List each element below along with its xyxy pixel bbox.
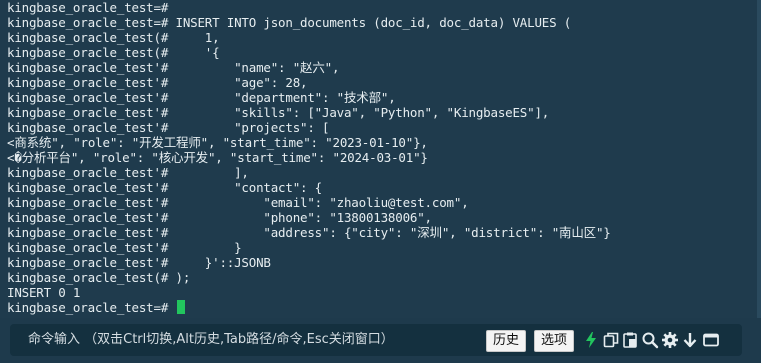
options-button[interactable]: 选项 — [534, 330, 575, 352]
paste-icon[interactable] — [621, 331, 639, 349]
terminal-line: kingbase_oracle_test'# "projects": [ — [7, 120, 330, 135]
terminal-line: kingbase_oracle_test'# ], — [7, 165, 249, 180]
command-bar: 命令输入 （双击Ctrl切换,Alt历史,Tab路径/命令,Esc关闭窗口） 历… — [0, 318, 761, 363]
terminal-line: kingbase_oracle_test=# — [7, 0, 169, 15]
terminal-scrollbar[interactable] — [757, 0, 761, 318]
gear-icon[interactable] — [661, 331, 679, 349]
terminal-line: kingbase_oracle_test'# "address": {"city… — [7, 225, 611, 240]
terminal-cursor — [176, 300, 185, 314]
terminal-line: kingbase_oracle_test'# "name": "赵六", — [7, 60, 340, 75]
terminal-prompt: kingbase_oracle_test=# — [7, 300, 176, 315]
terminal-line: <�分析平台", "role": "核心开发", "start_time": "… — [7, 150, 428, 165]
copy-icon[interactable] — [602, 331, 620, 349]
search-icon[interactable] — [641, 331, 659, 349]
history-button[interactable]: 历史 — [486, 330, 527, 352]
terminal-line: kingbase_oracle_test'# "age": 28, — [7, 75, 308, 90]
terminal-line: kingbase_oracle_test'# "department": "技术… — [7, 90, 396, 105]
terminal-line: kingbase_oracle_test(# 1, — [7, 30, 220, 45]
terminal-line: kingbase_oracle_test'# } — [7, 240, 242, 255]
terminal-line: INSERT 0 1 — [7, 285, 81, 300]
terminal-output[interactable]: kingbase_oracle_test=# kingbase_oracle_t… — [0, 0, 761, 318]
bolt-icon[interactable] — [582, 331, 600, 349]
terminal-line: kingbase_oracle_test(# '{ — [7, 45, 220, 60]
download-icon[interactable] — [681, 331, 699, 349]
window-icon[interactable] — [702, 331, 720, 349]
terminal-line: kingbase_oracle_test(# ); — [7, 270, 191, 285]
terminal-prompt-line[interactable]: kingbase_oracle_test=# — [7, 300, 185, 315]
command-input[interactable]: 命令输入 （双击Ctrl切换,Alt历史,Tab路径/命令,Esc关闭窗口） 历… — [10, 324, 742, 356]
command-input-placeholder: 命令输入 （双击Ctrl切换,Alt历史,Tab路径/命令,Esc关闭窗口） — [28, 332, 394, 347]
terminal-line: kingbase_oracle_test'# "skills": ["Java"… — [7, 105, 550, 120]
terminal-line: <商系统", "role": "开发工程师", "start_time": "2… — [7, 135, 428, 150]
terminal-line: kingbase_oracle_test'# "email": "zhaoliu… — [7, 195, 469, 210]
terminal-line: kingbase_oracle_test=# INSERT INTO json_… — [7, 15, 572, 30]
terminal-line: kingbase_oracle_test'# "phone": "1380013… — [7, 210, 432, 225]
terminal-line: kingbase_oracle_test'# "contact": { — [7, 180, 323, 195]
terminal-line: kingbase_oracle_test'# }'::JSONB — [7, 255, 271, 270]
